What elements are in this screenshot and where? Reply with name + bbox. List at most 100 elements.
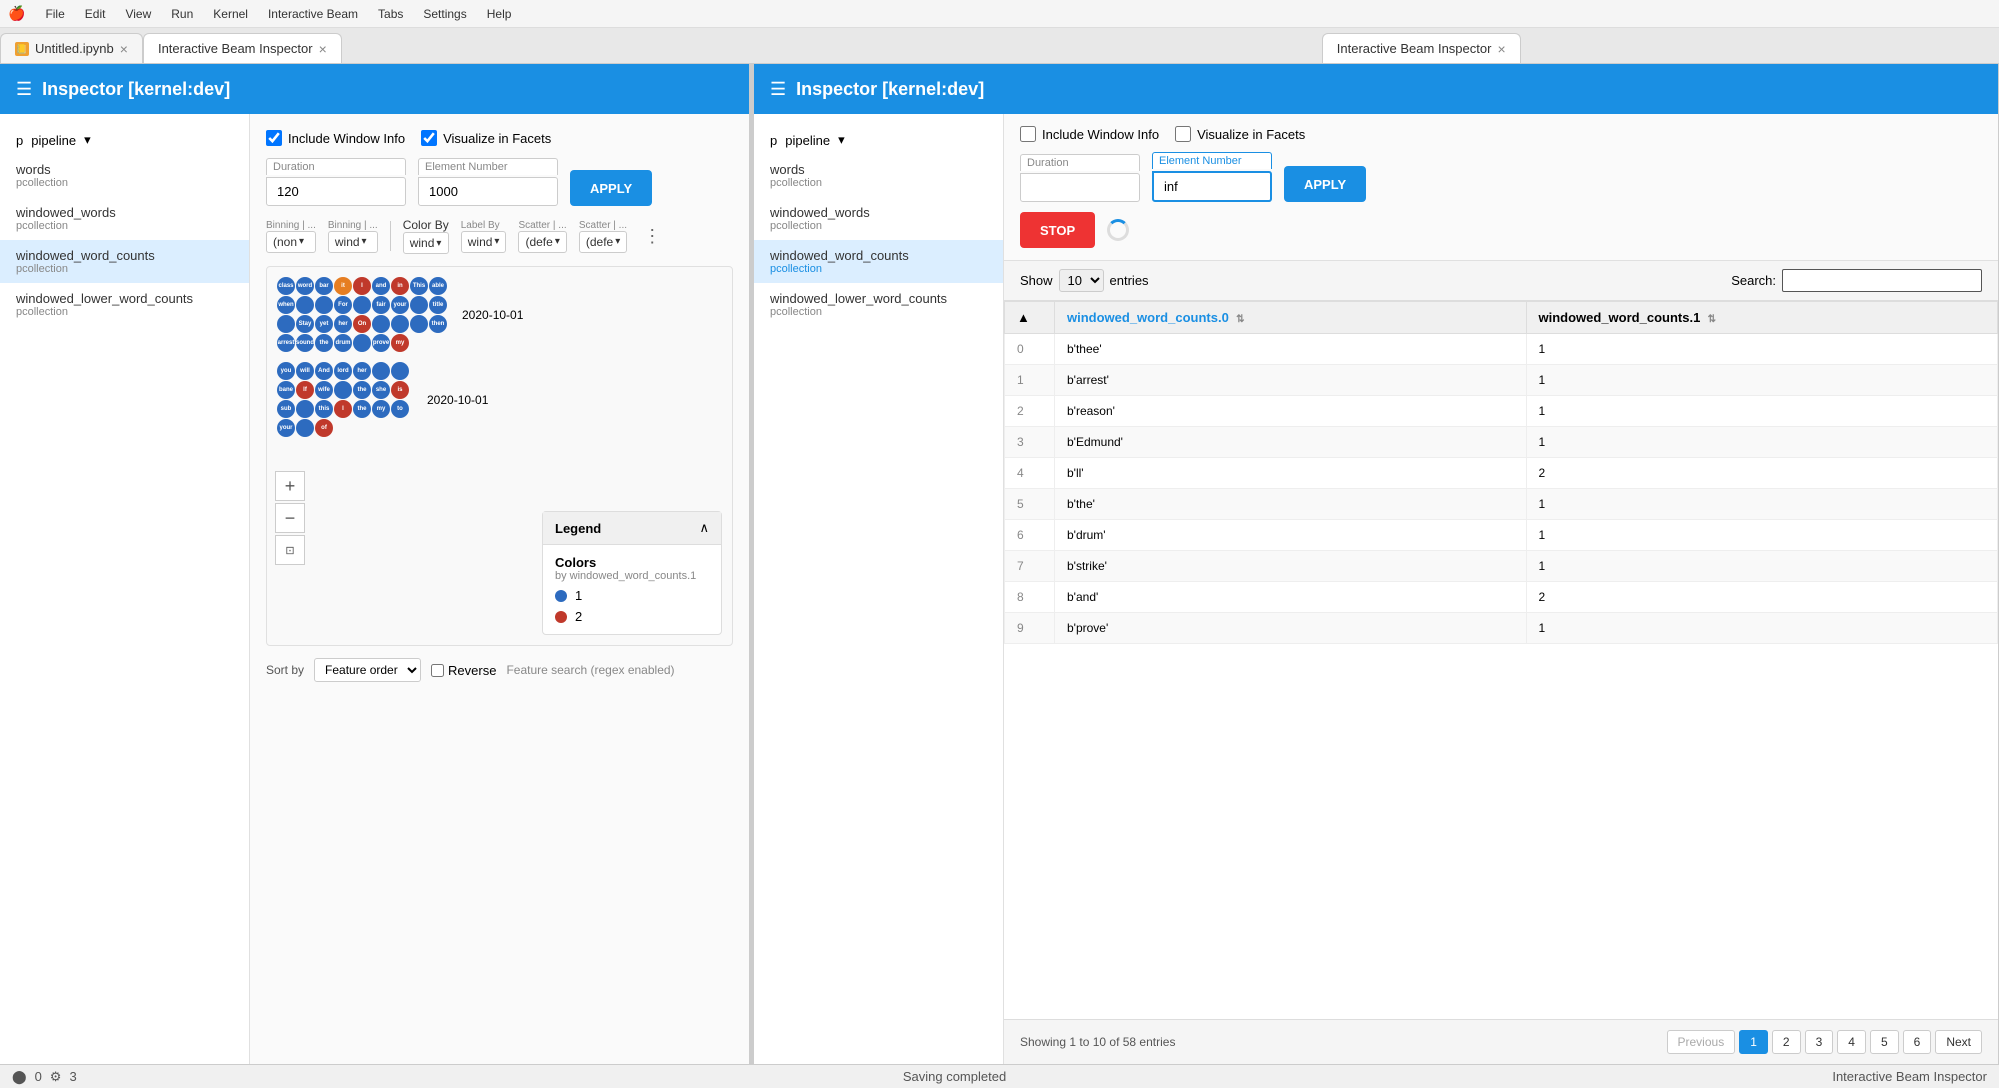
table-row: 1 b'arrest' 1 bbox=[1005, 365, 1998, 396]
bubble-dot: If bbox=[296, 381, 314, 399]
right-panel-body: p pipeline ▾ words pcollection windowed_… bbox=[754, 114, 1998, 1064]
right-stop-button[interactable]: STOP bbox=[1020, 212, 1095, 248]
left-zoom-in-button[interactable]: + bbox=[275, 471, 305, 501]
menu-settings[interactable]: Settings bbox=[415, 5, 474, 23]
page-button-3[interactable]: 3 bbox=[1805, 1030, 1834, 1054]
right-entries-select[interactable]: 10 25 50 bbox=[1059, 269, 1104, 292]
left-legend-header[interactable]: Legend ∧ bbox=[543, 512, 721, 545]
row-col0-cell: b'Edmund' bbox=[1055, 427, 1527, 458]
tab-inspector-right[interactable]: Interactive Beam Inspector × bbox=[1322, 33, 1521, 63]
left-zoom-fit-button[interactable]: ⊡ bbox=[275, 535, 305, 565]
row-num-cell: 7 bbox=[1005, 551, 1055, 582]
sidebar-right-words[interactable]: words pcollection bbox=[754, 154, 1003, 197]
left-binning-select-1[interactable]: (non▾ bbox=[266, 231, 316, 253]
left-include-window-checkbox[interactable] bbox=[266, 130, 282, 146]
col1-label: windowed_word_counts.1 bbox=[1539, 310, 1701, 325]
left-cluster-2-row: youwillAndlordherbaneIfwifethesheissubth… bbox=[277, 362, 722, 437]
menu-interactive-beam[interactable]: Interactive Beam bbox=[260, 5, 366, 23]
right-visualize-facets-label[interactable]: Visualize in Facets bbox=[1175, 126, 1305, 142]
page-button-4[interactable]: 4 bbox=[1837, 1030, 1866, 1054]
next-page-button[interactable]: Next bbox=[1935, 1030, 1982, 1054]
bubble-dot bbox=[391, 315, 409, 333]
menu-run[interactable]: Run bbox=[163, 5, 201, 23]
sidebar-left-words[interactable]: words pcollection bbox=[0, 154, 249, 197]
sidebar-left-word-counts[interactable]: windowed_word_counts pcollection bbox=[0, 240, 249, 283]
left-scatter-select-2[interactable]: (defe ▾ bbox=[579, 231, 627, 253]
left-include-window-label[interactable]: Include Window Info bbox=[266, 130, 405, 146]
left-visualize-facets-checkbox[interactable] bbox=[421, 130, 437, 146]
left-legend-collapse-icon[interactable]: ∧ bbox=[699, 520, 709, 536]
left-reverse-checkbox[interactable] bbox=[431, 664, 444, 677]
left-scatter-arrow-2: ▾ bbox=[615, 236, 620, 247]
col-header-col0[interactable]: windowed_word_counts.0 ⇅ bbox=[1055, 302, 1527, 334]
left-sort-label: Sort by bbox=[266, 663, 304, 677]
sidebar-right-lower-word-counts[interactable]: windowed_lower_word_counts pcollection bbox=[754, 283, 1003, 326]
row-col1-cell: 1 bbox=[1526, 396, 1998, 427]
menu-view[interactable]: View bbox=[117, 5, 159, 23]
tab-inspector-left-label: Interactive Beam Inspector bbox=[158, 41, 313, 56]
status-bar: ⬤ 0 ⚙ 3 Saving completed Interactive Bea… bbox=[0, 1064, 1999, 1088]
bubble-dot bbox=[277, 315, 295, 333]
left-pipeline-dropdown[interactable]: p pipeline ▾ bbox=[0, 126, 249, 154]
sidebar-left-words-name: words bbox=[16, 162, 233, 177]
sidebar-right-windowed-words[interactable]: windowed_words pcollection bbox=[754, 197, 1003, 240]
row-col0-cell: b'll' bbox=[1055, 458, 1527, 489]
left-reverse-label[interactable]: Reverse bbox=[431, 663, 496, 678]
left-binning-select-2[interactable]: wind ▾ bbox=[328, 231, 378, 253]
row-col1-cell: 1 bbox=[1526, 427, 1998, 458]
left-label-by-select[interactable]: wind ▾ bbox=[461, 231, 507, 253]
page-button-2[interactable]: 2 bbox=[1772, 1030, 1801, 1054]
table-row: 9 b'prove' 1 bbox=[1005, 613, 1998, 644]
left-hamburger-icon[interactable]: ☰ bbox=[16, 79, 32, 100]
col1-sort-icon: ⇅ bbox=[1708, 314, 1716, 325]
tab-notebook[interactable]: 📒 Untitled.ipynb × bbox=[0, 33, 143, 63]
left-element-number-input[interactable] bbox=[418, 177, 558, 206]
left-binning-arrow-2: ▾ bbox=[362, 236, 367, 247]
left-color-by-select[interactable]: wind ▾ bbox=[403, 232, 449, 254]
left-sort-select[interactable]: Feature order bbox=[314, 658, 421, 682]
tab-inspector-left-close[interactable]: × bbox=[319, 41, 327, 57]
tab-notebook-close[interactable]: × bbox=[120, 41, 128, 57]
sidebar-left-windowed-words[interactable]: windowed_words pcollection bbox=[0, 197, 249, 240]
left-more-button[interactable]: ⋮ bbox=[639, 226, 665, 247]
page-button-5[interactable]: 5 bbox=[1870, 1030, 1899, 1054]
left-apply-button[interactable]: APPLY bbox=[570, 170, 652, 206]
menu-file[interactable]: File bbox=[37, 5, 72, 23]
bubble-dot: when bbox=[277, 296, 295, 314]
sidebar-right-word-counts[interactable]: windowed_word_counts pcollection bbox=[754, 240, 1003, 283]
right-hamburger-icon[interactable]: ☰ bbox=[770, 79, 786, 100]
left-zoom-out-button[interactable]: − bbox=[275, 503, 305, 533]
sidebar-left-lower-word-counts[interactable]: windowed_lower_word_counts pcollection bbox=[0, 283, 249, 326]
menu-tabs[interactable]: Tabs bbox=[370, 5, 411, 23]
right-spinner bbox=[1107, 219, 1129, 241]
right-include-window-checkbox[interactable] bbox=[1020, 126, 1036, 142]
right-apply-button[interactable]: APPLY bbox=[1284, 166, 1366, 202]
tab-inspector-left[interactable]: Interactive Beam Inspector × bbox=[143, 33, 342, 63]
right-element-number-input[interactable] bbox=[1152, 171, 1272, 202]
menu-help[interactable]: Help bbox=[479, 5, 520, 23]
row-col1-cell: 1 bbox=[1526, 551, 1998, 582]
left-legend-item-2: 2 bbox=[555, 609, 709, 624]
sidebar-left-lower-word-counts-type: pcollection bbox=[16, 306, 233, 318]
left-visualize-facets-label[interactable]: Visualize in Facets bbox=[421, 130, 551, 146]
left-scatter-label-1: Scatter | ... bbox=[518, 220, 566, 231]
bubble-dot: sub bbox=[277, 400, 295, 418]
sort-arrow-rownum[interactable]: ▲ bbox=[1017, 310, 1030, 325]
right-pipeline-dropdown[interactable]: p pipeline ▾ bbox=[754, 126, 1003, 154]
col-header-col1[interactable]: windowed_word_counts.1 ⇅ bbox=[1526, 302, 1998, 334]
left-scatter-select-1[interactable]: (defe ▾ bbox=[518, 231, 566, 253]
left-reverse-text: Reverse bbox=[448, 663, 496, 678]
right-include-window-label[interactable]: Include Window Info bbox=[1020, 126, 1159, 142]
right-visualize-facets-checkbox[interactable] bbox=[1175, 126, 1191, 142]
previous-page-button[interactable]: Previous bbox=[1667, 1030, 1736, 1054]
menu-edit[interactable]: Edit bbox=[77, 5, 114, 23]
menu-kernel[interactable]: Kernel bbox=[205, 5, 256, 23]
page-button-6[interactable]: 6 bbox=[1903, 1030, 1932, 1054]
right-search-input[interactable] bbox=[1782, 269, 1982, 292]
right-sidebar: p pipeline ▾ words pcollection windowed_… bbox=[754, 114, 1004, 1064]
page-button-1[interactable]: 1 bbox=[1739, 1030, 1768, 1054]
right-duration-input[interactable] bbox=[1020, 173, 1140, 202]
tab-inspector-right-close[interactable]: × bbox=[1497, 41, 1505, 57]
left-checkbox-row: Include Window Info Visualize in Facets bbox=[266, 130, 733, 146]
left-duration-input[interactable] bbox=[266, 177, 406, 206]
